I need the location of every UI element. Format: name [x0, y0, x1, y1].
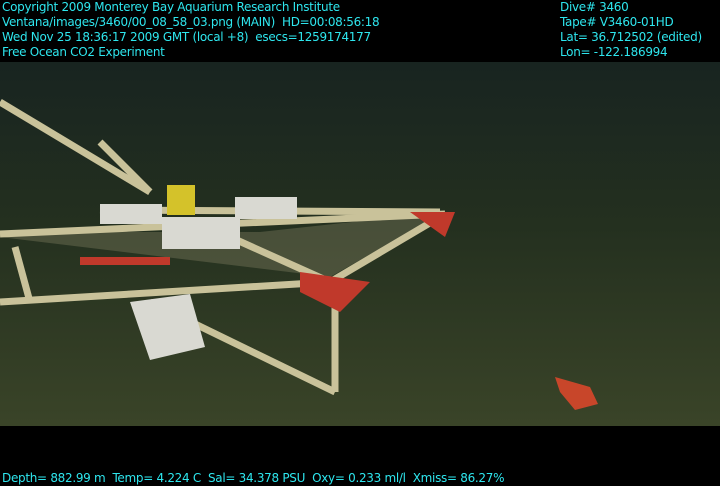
header-left: Copyright 2009 Monterey Bay Aquarium Res… — [2, 0, 380, 60]
sensor-readout: Depth= 882.99 m Temp= 4.224 C Sal= 34.37… — [2, 471, 505, 485]
underwater-photo — [0, 62, 720, 426]
copyright-line: Copyright 2009 Monterey Bay Aquarium Res… — [2, 0, 340, 14]
dive-number: Dive# 3460 — [560, 0, 629, 14]
longitude: Lon= -122.186994 — [560, 45, 668, 59]
timestamp-line: Wed Nov 25 18:36:17 2009 GMT (local +8) … — [2, 30, 371, 44]
header-right: Dive# 3460 Tape# V3460-01HD Lat= 36.712502… — [560, 0, 702, 60]
yellow-float — [167, 185, 195, 215]
latitude: Lat= 36.712502 (edited) — [560, 30, 702, 44]
experiment-line: Free Ocean CO2 Experiment — [2, 45, 165, 59]
image-path-line: Ventana/images/3460/00_08_58_03.png (MAI… — [2, 15, 380, 29]
tape-number: Tape# V3460-01HD — [560, 15, 674, 29]
